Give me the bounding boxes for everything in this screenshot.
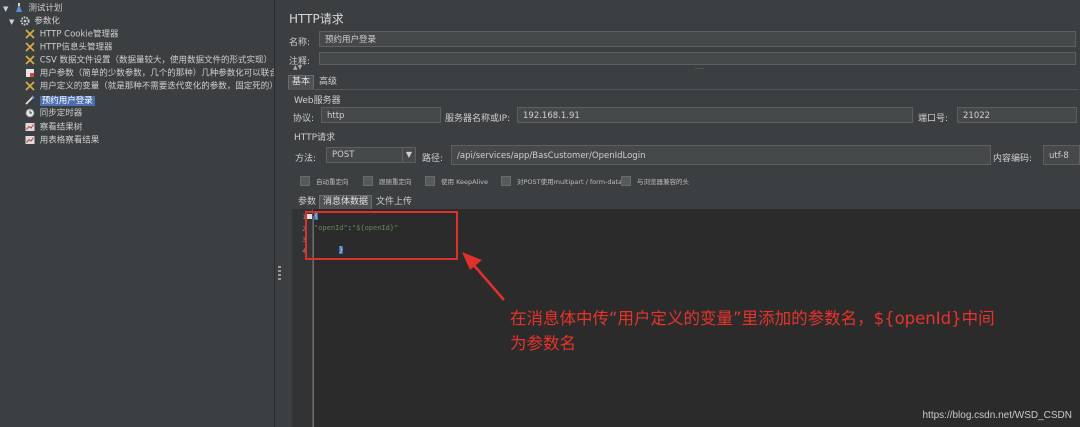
annotation-line-1: 在消息体中传“用户定义的变量”里添加的参数名，${openId}中间	[510, 309, 995, 328]
annotation-line-2: 为参数名	[510, 334, 576, 353]
annotation-arrow-icon	[462, 252, 505, 301]
annotation-text: 在消息体中传“用户定义的变量”里添加的参数名，${openId}中间 为参数名	[510, 306, 1070, 356]
watermark: https://blog.csdn.net/WSD_CSDN	[922, 410, 1072, 421]
